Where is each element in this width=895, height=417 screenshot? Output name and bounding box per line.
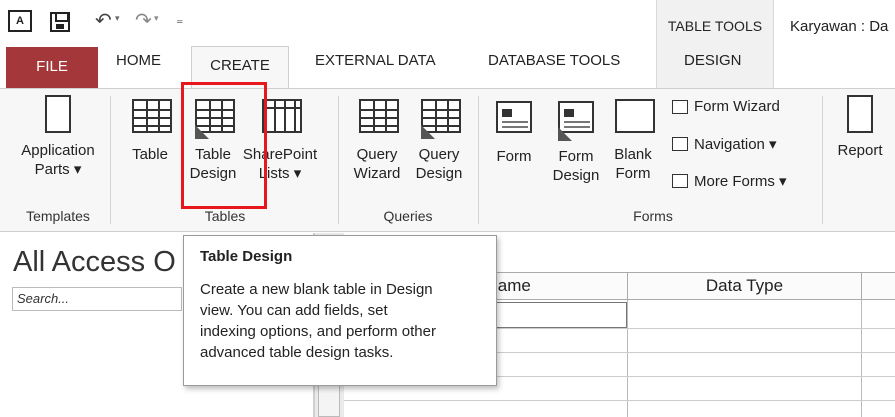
table-design-tooltip: Table Design Create a new blank table in… xyxy=(183,235,497,386)
group-label-queries: Queries xyxy=(383,208,433,224)
table-icon xyxy=(132,99,172,133)
grid-row-divider xyxy=(344,400,895,401)
form-button[interactable]: Form xyxy=(488,95,540,166)
group-label-templates: Templates xyxy=(26,208,90,224)
group-label-forms: Forms xyxy=(633,208,673,224)
tooltip-body-line: advanced table design tasks. xyxy=(200,344,394,361)
sharepoint-lists-icon xyxy=(262,99,302,133)
access-app-icon[interactable]: A xyxy=(8,10,32,32)
ruler-icon xyxy=(421,125,435,139)
group-separator xyxy=(338,96,339,224)
document-title: Karyawan : Da xyxy=(790,18,889,35)
more-forms-button[interactable]: More Forms ▾ xyxy=(672,172,787,190)
more-forms-icon xyxy=(672,174,688,188)
query-wizard-button[interactable]: Query Wizard xyxy=(348,95,406,183)
column-header-data-type[interactable]: Data Type xyxy=(627,272,861,300)
application-parts-button[interactable]: Application Parts ▾ xyxy=(10,95,106,179)
save-icon[interactable] xyxy=(50,12,70,32)
tab-file[interactable]: FILE xyxy=(6,47,98,88)
form-icon xyxy=(496,101,532,133)
table-design-highlight xyxy=(181,82,267,209)
undo-dropdown-icon[interactable]: ▾ xyxy=(115,13,120,24)
undo-icon[interactable]: ↶ xyxy=(95,8,112,33)
group-label-tables: Tables xyxy=(204,208,246,224)
query-wizard-icon xyxy=(359,99,399,133)
tab-database-tools[interactable]: DATABASE TOOLS xyxy=(488,52,620,69)
tab-external-data[interactable]: EXTERNAL DATA xyxy=(315,52,436,69)
group-separator xyxy=(478,96,479,224)
report-button[interactable]: Report xyxy=(830,95,890,160)
tab-home[interactable]: HOME xyxy=(116,52,161,69)
blank-form-icon xyxy=(615,99,655,133)
tooltip-body-line: Create a new blank table in Design xyxy=(200,281,433,298)
table-tools-label: TABLE TOOLS xyxy=(667,18,763,34)
customize-qat-icon[interactable]: ₌ xyxy=(176,11,183,28)
tooltip-body-line: indexing options, and perform other xyxy=(200,323,436,340)
table-button[interactable]: Table xyxy=(122,95,178,164)
nav-search-input[interactable]: Search... xyxy=(12,287,182,311)
tooltip-body-line: view. You can add fields, set xyxy=(200,302,388,319)
report-icon xyxy=(847,95,873,133)
tab-design[interactable]: DESIGN xyxy=(684,52,742,69)
query-design-button[interactable]: Query Design xyxy=(410,95,468,183)
group-separator xyxy=(110,96,111,224)
blank-form-button[interactable]: Blank Form xyxy=(608,95,658,183)
tooltip-title: Table Design xyxy=(200,248,293,265)
navigation-button[interactable]: Navigation ▾ xyxy=(672,135,777,153)
navigation-icon xyxy=(672,137,688,151)
nav-pane-title[interactable]: All Access O xyxy=(13,246,176,279)
column-header-description[interactable] xyxy=(861,272,895,300)
redo-icon[interactable]: ↷ xyxy=(135,8,152,33)
form-wizard-button[interactable]: Form Wizard xyxy=(672,98,780,115)
form-design-button[interactable]: Form Design xyxy=(548,95,604,185)
table-tools-context xyxy=(656,0,774,88)
ruler-icon xyxy=(558,127,572,141)
form-wizard-icon xyxy=(672,99,688,114)
redo-dropdown-icon[interactable]: ▾ xyxy=(154,13,159,24)
group-separator xyxy=(822,96,823,224)
application-parts-icon xyxy=(45,95,71,133)
